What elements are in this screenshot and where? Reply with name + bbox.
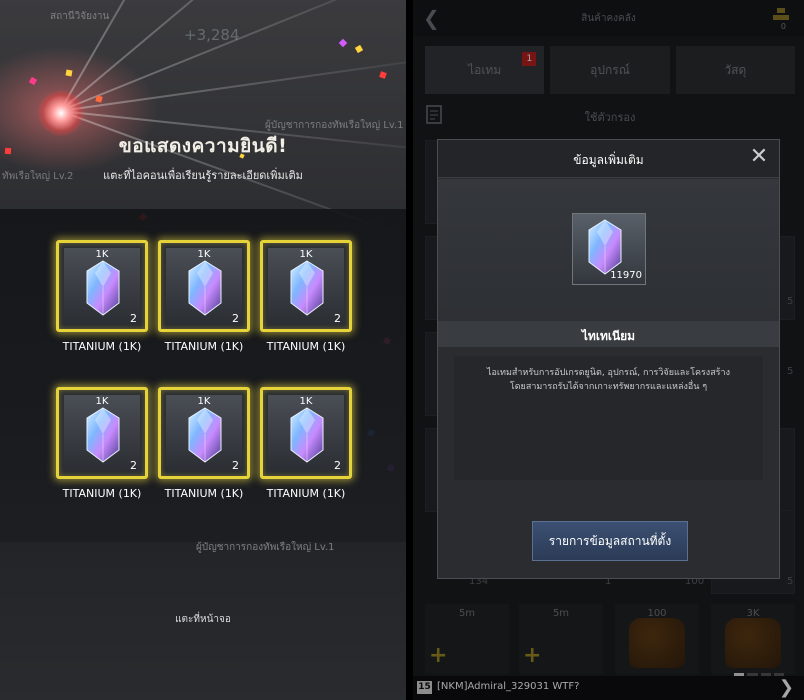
- tab-label: ไอเทม: [468, 62, 502, 77]
- item-name: ไทเทเนียม: [581, 329, 636, 343]
- titanium-crystal-icon: [290, 260, 324, 316]
- slot-duration: 5m: [458, 608, 476, 619]
- reward-item-quantity: 2: [232, 312, 239, 325]
- titanium-crystal-icon: [188, 407, 222, 463]
- tab-materials[interactable]: วัสดุ: [675, 46, 795, 94]
- firework-burst: [38, 90, 84, 136]
- reward-popup-screen[interactable]: สถานีวิจัยงาน +3,284 ผู้บัญชาการกองทัพเร…: [0, 0, 406, 700]
- reward-item-label: TITANIUM (1K): [266, 340, 346, 353]
- item-owned-count: 11970: [610, 270, 642, 281]
- tap-to-close-hint[interactable]: แตะที่หน้าจอ: [0, 612, 406, 627]
- reward-item-frame[interactable]: 1K 2: [158, 387, 250, 479]
- page-title: สินค้าคงคลัง: [581, 13, 636, 24]
- plus-icon: +: [429, 643, 448, 668]
- reward-item-quantity: 2: [130, 312, 137, 325]
- congratulations-subtitle: แตะที่ไอคอนเพื่อเรียนรู้รายละเอียดเพิ่มเ…: [103, 169, 303, 182]
- background-label: สถานีวิจัยงาน: [50, 11, 110, 22]
- notification-badge: 1: [522, 52, 537, 66]
- congratulations-title: ขอแสดงความยินดี!: [118, 135, 288, 157]
- item-icon-area: 11970: [438, 179, 779, 321]
- reward-item-quantity: 2: [334, 312, 341, 325]
- gold-count: 0: [780, 22, 786, 31]
- confetti-piece: [65, 69, 73, 77]
- reward-item-frame[interactable]: 1K 2: [260, 387, 352, 479]
- inventory-bottom-row: 5m + 5m + 100 3K: [425, 604, 795, 674]
- reward-item-label: TITANIUM (1K): [164, 487, 244, 500]
- reward-item-quantity: 2: [232, 459, 239, 472]
- inventory-slot[interactable]: 100: [615, 604, 699, 674]
- reward-item-frame[interactable]: 1K 2: [260, 240, 352, 332]
- reward-item-quantity: 2: [130, 459, 137, 472]
- titanium-crystal-icon: [588, 219, 622, 275]
- tab-label: อุปกรณ์: [590, 62, 630, 77]
- plus-icon: +: [523, 643, 542, 668]
- food-supply-icon: [629, 618, 685, 668]
- reward-item[interactable]: 1K 2 TITANIUM (1K): [158, 387, 250, 500]
- item-info-dialog: ข้อมูลเพิ่มเติม ✕ 11970 ไทเทเนียม ไอเทมส…: [437, 139, 780, 579]
- inventory-slot[interactable]: 5m +: [425, 604, 509, 674]
- reward-item-label: TITANIUM (1K): [164, 340, 244, 353]
- close-icon[interactable]: ✕: [747, 146, 771, 170]
- tab-label: วัสดุ: [724, 62, 747, 77]
- chat-bar[interactable]: 15 [NKM]Admiral_329031 WTF? ❯: [413, 676, 804, 700]
- location-info-button[interactable]: รายการข้อมูลสถานที่ตั้ง: [532, 521, 688, 561]
- titanium-crystal-icon: [290, 407, 324, 463]
- description-line: โดยสามารถรับได้จากเกาะทรัพยากรและแหล่งอื…: [509, 382, 708, 392]
- dialog-header: ข้อมูลเพิ่มเติม ✕: [438, 140, 779, 178]
- inventory-screen: ❮ สินค้าคงคลัง 0 ไอเทม 1 อุปกรณ์ วัสดุ ใ…: [413, 0, 804, 700]
- reward-item[interactable]: 1K 2 TITANIUM (1K): [158, 240, 250, 353]
- tab-equipment[interactable]: อุปกรณ์: [550, 46, 670, 94]
- reward-item-frame[interactable]: 1K 2: [158, 240, 250, 332]
- reward-item-label: TITANIUM (1K): [62, 340, 142, 353]
- item-icon-frame: 11970: [572, 213, 646, 285]
- screenshot-divider: [406, 0, 413, 700]
- description-line: ไอเทมสำหรับการอัปเกรดยูนิต, อุปกรณ์, การ…: [487, 368, 730, 378]
- food-supply-icon: [725, 618, 781, 668]
- chat-user-level: 15: [417, 681, 432, 694]
- tab-items[interactable]: ไอเทม 1: [425, 46, 545, 94]
- inventory-tabs: ไอเทม 1 อุปกรณ์ วัสดุ: [425, 46, 795, 94]
- filter-label: ใช้ตัวกรอง: [584, 111, 636, 124]
- dialog-title: ข้อมูลเพิ่มเติม: [573, 153, 644, 167]
- background-label: ผู้บัญชาการกองทัพเรือใหญ่ Lv.1: [196, 542, 335, 553]
- slot-duration: 5m: [552, 608, 570, 619]
- next-arrow-icon[interactable]: ❯: [779, 677, 794, 698]
- reward-item[interactable]: 1K 2 TITANIUM (1K): [56, 240, 148, 353]
- chat-message: [NKM]Admiral_329031 WTF?: [437, 681, 580, 692]
- item-description: ไอเทมสำหรับการอัปเกรดยูนิต, อุปกรณ์, การ…: [458, 366, 759, 394]
- titanium-crystal-icon: [188, 260, 222, 316]
- slot-quantity: 5: [787, 296, 794, 307]
- reward-item[interactable]: 1K 2 TITANIUM (1K): [260, 240, 352, 353]
- reward-item-label: TITANIUM (1K): [266, 487, 346, 500]
- reward-item-frame[interactable]: 1K 2: [56, 240, 148, 332]
- titanium-crystal-icon: [86, 260, 120, 316]
- reward-item-frame[interactable]: 1K 2: [56, 387, 148, 479]
- titanium-crystal-icon: [86, 407, 120, 463]
- item-name-band: ไทเทเนียม: [438, 321, 779, 347]
- slot-quantity: 5: [787, 576, 794, 587]
- inventory-slot[interactable]: 5m +: [519, 604, 603, 674]
- reward-item-label: TITANIUM (1K): [62, 487, 142, 500]
- filter-row[interactable]: ใช้ตัวกรอง: [425, 104, 795, 128]
- inventory-slot[interactable]: 3K: [711, 604, 795, 674]
- reward-item-quantity: 2: [334, 459, 341, 472]
- reward-item[interactable]: 1K 2 TITANIUM (1K): [56, 387, 148, 500]
- reward-item[interactable]: 1K 2 TITANIUM (1K): [260, 387, 352, 500]
- top-bar: ❮ สินค้าคงคลัง 0: [413, 0, 804, 36]
- background-resource-gain: +3,284: [184, 26, 240, 44]
- slot-quantity: 5: [787, 366, 794, 377]
